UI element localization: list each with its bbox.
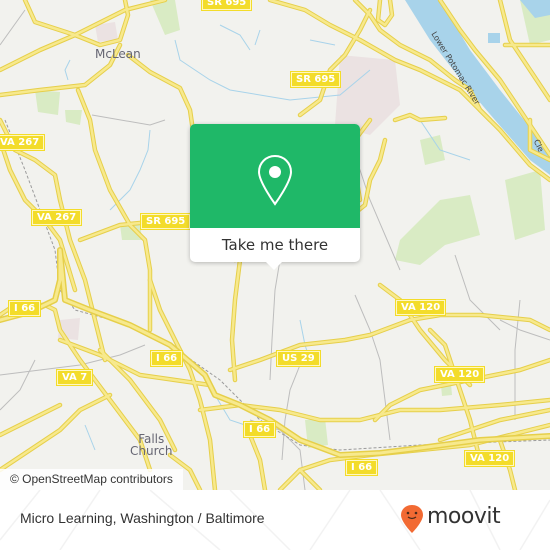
road-shield: US 29 xyxy=(276,350,321,367)
road-shield: I 66 xyxy=(150,350,184,367)
popup-pointer xyxy=(266,262,282,270)
popup-header xyxy=(190,124,360,228)
road-shield: VA 267 xyxy=(0,134,46,151)
road-shield: SR 695 xyxy=(201,0,253,11)
map-pin-icon xyxy=(257,154,293,206)
footer-bar: Micro Learning, Washington / Baltimore m… xyxy=(0,490,550,550)
road-shield: SR 695 xyxy=(290,71,342,88)
road-shield: SR 695 xyxy=(140,213,192,230)
map-view[interactable]: McLean Falls Church Lower Potomac River … xyxy=(0,0,550,490)
map-attribution[interactable]: © OpenStreetMap contributors xyxy=(0,469,183,490)
road-shield: VA 120 xyxy=(395,299,447,316)
road-shield: I 66 xyxy=(345,459,379,476)
brand-name: moovit xyxy=(427,504,501,529)
location-title: Micro Learning, Washington / Baltimore xyxy=(20,510,265,526)
road-shield: VA 120 xyxy=(434,366,486,383)
take-me-there-button[interactable]: Take me there xyxy=(190,228,360,262)
location-popup: Take me there xyxy=(190,124,360,270)
road-shield: VA 7 xyxy=(56,369,94,386)
road-shield: VA 267 xyxy=(31,209,83,226)
moovit-logo[interactable]: moovit xyxy=(400,504,540,534)
place-label-mclean: McLean xyxy=(95,47,141,61)
road-shield: I 66 xyxy=(8,300,42,317)
moovit-pin-icon xyxy=(401,505,423,533)
road-shield: VA 120 xyxy=(464,450,516,467)
road-shield: I 66 xyxy=(243,421,277,438)
place-label-falls-church: Falls Church xyxy=(130,432,173,458)
